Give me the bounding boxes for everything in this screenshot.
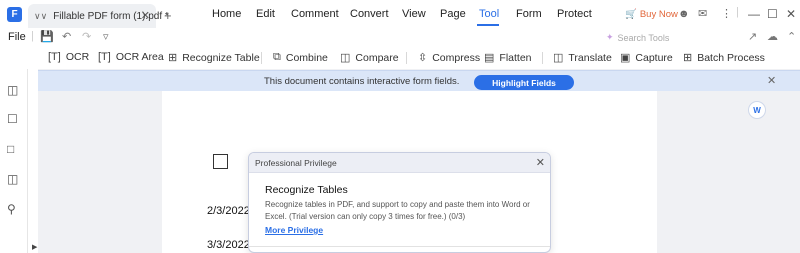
document-tab[interactable]: ∨∨ Fillable PDF form (1).pdf * ✕ xyxy=(28,4,169,28)
thumbnails-icon[interactable]: ◫ xyxy=(7,83,18,97)
ocr-area-icon: [T] xyxy=(98,51,111,63)
compare-label: Compare xyxy=(355,51,399,64)
notification-icon[interactable]: ✉ xyxy=(698,7,707,20)
quick-bar-separator: | xyxy=(31,30,34,42)
menu-home[interactable]: Home xyxy=(212,8,241,20)
menu-page[interactable]: Page xyxy=(440,8,466,20)
notice-close-icon[interactable]: ✕ xyxy=(767,74,776,87)
menu-comment[interactable]: Comment xyxy=(291,8,339,20)
undo-icon[interactable]: ↶ xyxy=(62,30,71,43)
menu-view[interactable]: View xyxy=(402,8,426,20)
recognize-table-label: Recognize Table xyxy=(182,51,260,64)
date-field-2[interactable]: 3/3/2022 xyxy=(207,239,250,251)
professional-privilege-popup: Professional Privilege ✕ Recognize Table… xyxy=(248,152,551,253)
close-window-icon[interactable]: ✕ xyxy=(786,7,796,21)
more-options-icon[interactable]: ⋮ xyxy=(721,7,732,20)
batch-process-icon: ⊞ xyxy=(683,52,693,64)
compare-button[interactable]: ◫ Compare xyxy=(340,51,399,65)
new-tab-icon[interactable]: + xyxy=(164,8,172,23)
batch-process-button[interactable]: ⊞ Batch Process xyxy=(683,51,765,65)
title-separator: | xyxy=(736,6,739,18)
menu-form[interactable]: Form xyxy=(516,8,542,20)
collapse-ribbon-icon[interactable]: ⌃ xyxy=(787,30,796,43)
form-checkbox[interactable] xyxy=(213,154,228,169)
capture-button[interactable]: ▣ Capture xyxy=(620,51,673,65)
tool-ribbon: [T] OCR [T] OCR Area ⊞ Recognize Table ⧉… xyxy=(0,47,800,69)
buy-now-button[interactable]: 🛒 Buy Now xyxy=(625,9,678,20)
cloud-icon[interactable]: ☁ xyxy=(767,30,778,43)
attachment-icon[interactable]: ◫ xyxy=(7,172,18,186)
ocr-icon: [T] xyxy=(48,51,61,63)
menu-convert[interactable]: Convert xyxy=(350,8,389,20)
file-menu[interactable]: File xyxy=(8,31,26,43)
ocr-area-label: OCR Area xyxy=(115,51,164,63)
combine-button[interactable]: ⧉ Combine xyxy=(273,51,328,64)
table-icon: ⊞ xyxy=(168,52,178,64)
popup-divider xyxy=(249,246,550,247)
app-logo-icon[interactable]: F xyxy=(7,7,22,22)
menu-tool[interactable]: Tool xyxy=(479,8,499,20)
ocr-label: OCR xyxy=(65,51,90,63)
date-field-1[interactable]: 2/3/2022 xyxy=(207,205,250,217)
menu-edit[interactable]: Edit xyxy=(256,8,275,20)
ai-assistant-icon[interactable]: W xyxy=(748,101,766,119)
flatten-label: Flatten xyxy=(499,51,532,64)
popup-close-icon[interactable]: ✕ xyxy=(536,156,545,169)
more-privilege-link[interactable]: More Privilege xyxy=(265,225,323,235)
left-sidebar: ◫ ☐ □ ◫ ⚲ xyxy=(0,69,28,253)
comment-icon[interactable]: □ xyxy=(7,142,14,156)
form-notice-bar: This document contains interactive form … xyxy=(38,70,800,91)
menu-protect[interactable]: Protect xyxy=(557,8,592,20)
search-tools-placeholder: Search Tools xyxy=(617,32,670,43)
bookmark-icon[interactable]: ☐ xyxy=(7,112,18,126)
compress-icon: ⇳ xyxy=(418,52,428,64)
customize-dropdown-icon[interactable]: ▿ xyxy=(103,30,109,43)
tab-close-icon[interactable]: ✕ xyxy=(141,9,150,22)
form-notice-text: This document contains interactive form … xyxy=(264,76,460,87)
combine-icon: ⧉ xyxy=(273,51,281,63)
ocr-button[interactable]: [T] OCR xyxy=(48,51,89,63)
title-bar: F ∨∨ Fillable PDF form (1).pdf * ✕ + Hom… xyxy=(0,0,800,28)
search-sparkle-icon: ✦ xyxy=(606,32,614,42)
recognize-table-button[interactable]: ⊞ Recognize Table xyxy=(168,51,260,65)
capture-icon: ▣ xyxy=(620,52,631,64)
popup-description: Recognize tables in PDF, and support to … xyxy=(265,200,530,221)
avatar-icon[interactable]: ☻ xyxy=(678,8,690,20)
batch-process-label: Batch Process xyxy=(697,51,765,64)
translate-button[interactable]: ◫ Translate xyxy=(553,51,612,65)
active-menu-indicator xyxy=(477,24,499,26)
expand-sidebar-icon[interactable]: ▶ xyxy=(32,243,37,251)
tab-title: Fillable PDF form (1).pdf * xyxy=(53,10,169,22)
capture-label: Capture xyxy=(635,51,673,64)
toolbar-divider xyxy=(261,52,262,64)
buy-now-label: Buy Now xyxy=(639,9,678,20)
toolbar-divider xyxy=(542,52,543,64)
highlight-fields-button[interactable]: Highlight Fields xyxy=(474,75,574,90)
popup-heading: Recognize Tables xyxy=(265,184,348,196)
flatten-button[interactable]: ▤ Flatten xyxy=(484,51,532,65)
popup-header: Professional Privilege ✕ xyxy=(249,153,550,173)
compress-label: Compress xyxy=(432,51,481,64)
ocr-area-button[interactable]: [T] OCR Area xyxy=(98,51,164,63)
popup-title: Professional Privilege xyxy=(255,158,337,168)
redo-icon[interactable]: ↷ xyxy=(82,30,91,43)
toolbar-divider xyxy=(406,52,407,64)
flatten-icon: ▤ xyxy=(484,52,495,64)
translate-label: Translate xyxy=(568,51,612,64)
compress-button[interactable]: ⇳ Compress xyxy=(418,51,481,65)
save-icon[interactable]: 💾 xyxy=(40,30,54,43)
search-tools-input[interactable]: ✦ Search Tools xyxy=(606,32,669,43)
compare-icon: ◫ xyxy=(340,52,351,64)
maximize-icon[interactable]: ☐ xyxy=(767,7,778,21)
tab-chevron-icon: ∨∨ xyxy=(34,10,48,21)
cart-icon: 🛒 xyxy=(625,9,637,20)
combine-label: Combine xyxy=(285,51,328,64)
search-icon[interactable]: ⚲ xyxy=(7,202,16,216)
translate-icon: ◫ xyxy=(553,52,564,64)
minimize-icon[interactable]: — xyxy=(748,7,760,21)
quick-access-bar: File | 💾 ↶ ↷ ▿ ✦ Search Tools ↗ ☁ ⌃ xyxy=(0,28,800,47)
external-link-icon[interactable]: ↗ xyxy=(748,30,757,43)
